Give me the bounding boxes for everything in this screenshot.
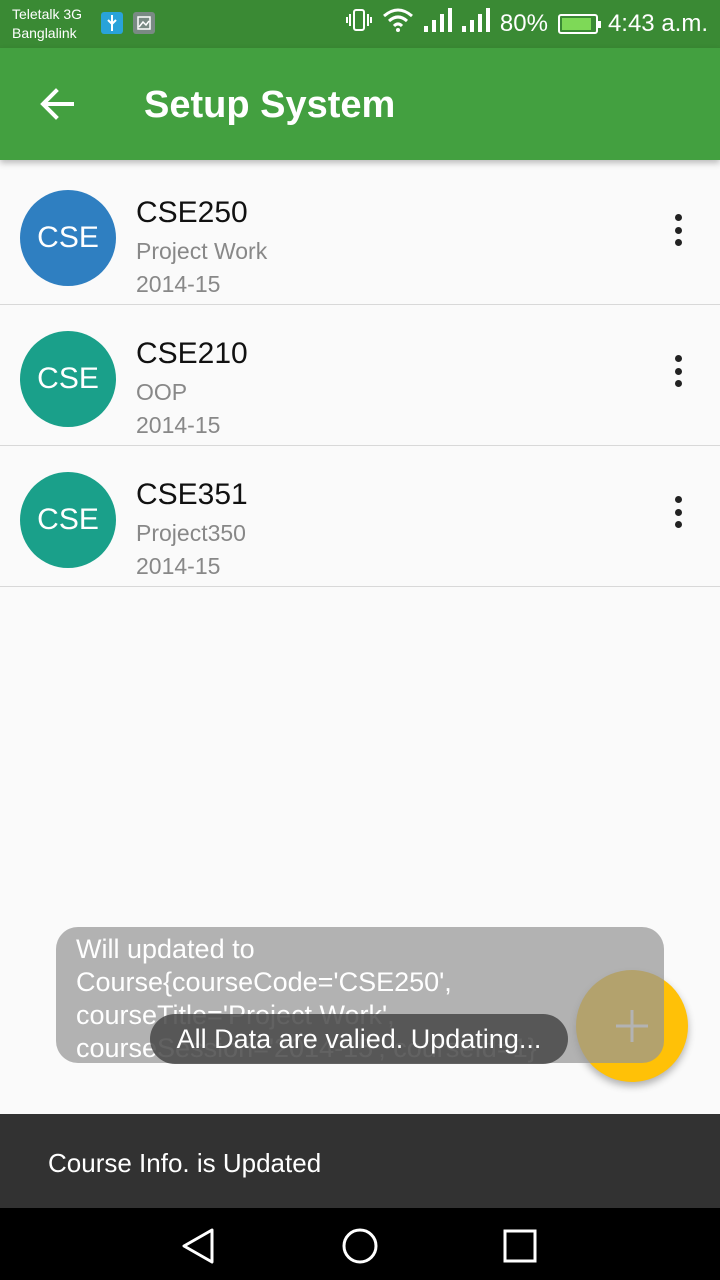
back-triangle-icon[interactable] [180, 1226, 220, 1266]
list-item[interactable]: CSE CSE250 Project Work 2014-15 [0, 164, 720, 305]
course-session: 2014-15 [136, 553, 221, 579]
course-list: CSE CSE250 Project Work 2014-15 CSE CSE2… [0, 164, 720, 587]
list-item[interactable]: CSE CSE351 Project350 2014-15 [0, 446, 720, 587]
status-bar: Teletalk 3G Banglalink 80% 4:43 a.m. [0, 0, 720, 48]
usb-icon [101, 12, 123, 34]
course-title: Project350 [136, 520, 246, 546]
app-bar: Setup System [0, 48, 720, 160]
avatar: CSE [20, 331, 116, 427]
course-session: 2014-15 [136, 412, 221, 438]
carrier-labels: Teletalk 3G Banglalink [12, 5, 82, 43]
clock: 4:43 a.m. [607, 9, 708, 37]
course-title: Project Work [136, 238, 268, 264]
more-vert-icon[interactable] [664, 214, 692, 246]
snackbar: Course Info. is Updated [0, 1114, 720, 1208]
image-icon [133, 12, 155, 34]
course-code: CSE210 [136, 337, 248, 370]
page-title: Setup System [144, 84, 396, 126]
carrier-2: Banglalink [12, 25, 77, 41]
more-vert-icon[interactable] [664, 496, 692, 528]
course-code: CSE250 [136, 196, 248, 229]
more-vert-icon[interactable] [664, 355, 692, 387]
course-session: 2014-15 [136, 271, 221, 297]
list-item[interactable]: CSE CSE210 OOP 2014-15 [0, 305, 720, 446]
recents-square-icon[interactable] [500, 1226, 540, 1266]
avatar: CSE [20, 190, 116, 286]
signal-icon-2 [461, 8, 490, 39]
vibrate-icon [345, 8, 372, 39]
battery-charging-icon [557, 13, 601, 34]
validation-toast: All Data are valied. Updating... [150, 1014, 568, 1064]
signal-icon [423, 8, 452, 39]
arrow-back-icon[interactable] [36, 82, 80, 126]
course-code: CSE351 [136, 478, 248, 511]
navigation-bar [0, 1208, 720, 1280]
carrier-1: Teletalk 3G [12, 6, 83, 22]
battery-percent: 80% [499, 9, 548, 37]
snackbar-message: Course Info. is Updated [48, 1148, 322, 1178]
course-title: OOP [136, 379, 188, 405]
wifi-icon [382, 8, 414, 39]
home-circle-icon[interactable] [340, 1226, 380, 1266]
avatar: CSE [20, 472, 116, 568]
